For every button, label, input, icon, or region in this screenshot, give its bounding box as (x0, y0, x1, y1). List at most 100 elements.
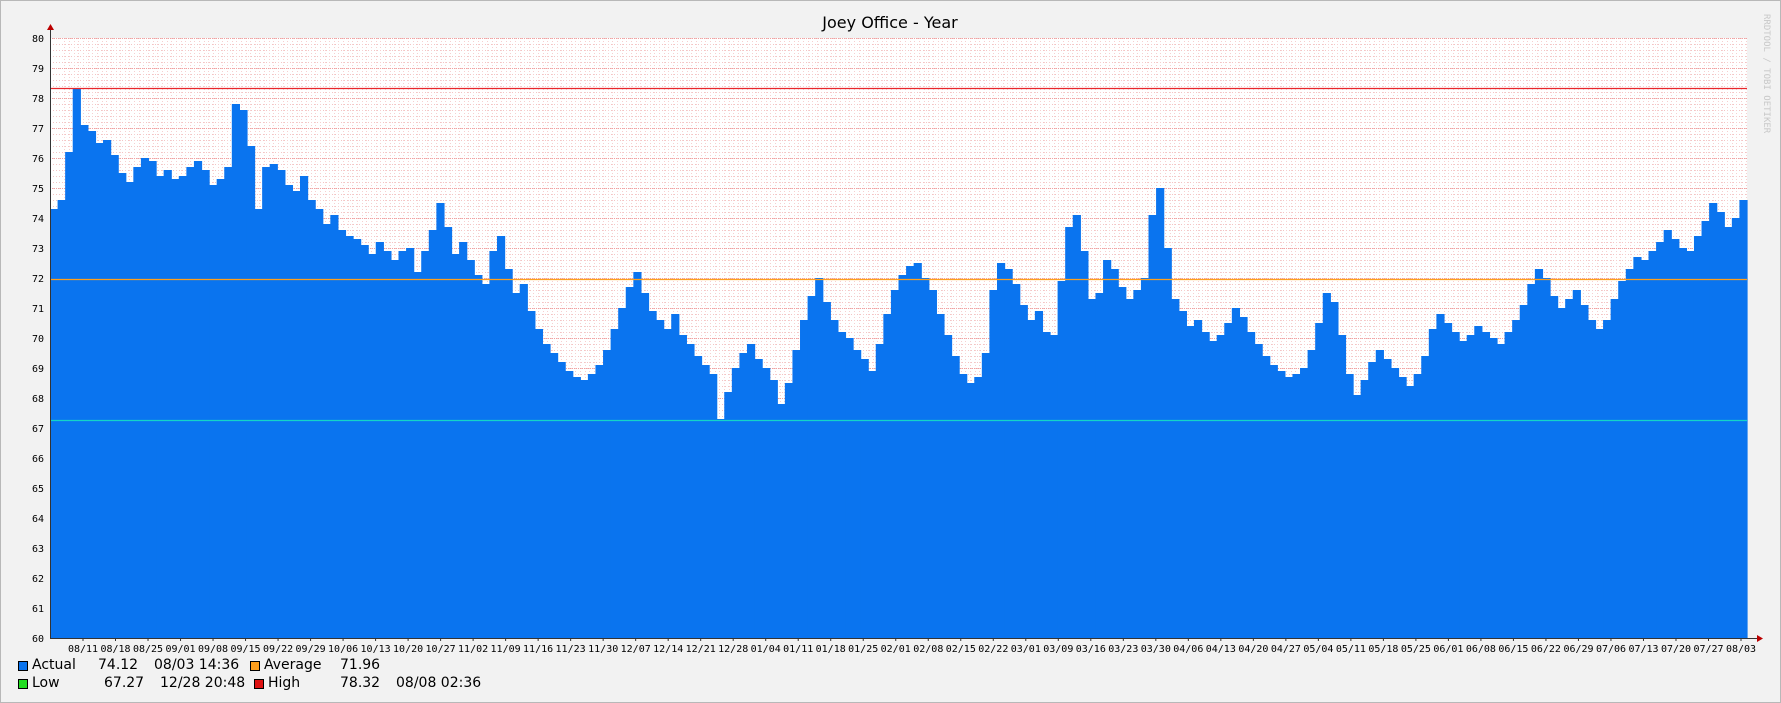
area-bar (1360, 380, 1369, 638)
x-tick-label: 11/16 (523, 644, 553, 655)
area-bar (754, 359, 763, 638)
legend-time-low: 12/28 20:48 (160, 675, 246, 691)
area-bar (610, 329, 619, 638)
area-bar (246, 146, 256, 638)
area-bar (224, 167, 233, 638)
area-bar (769, 380, 778, 638)
x-axis-arrow (1757, 635, 1763, 642)
x-tick-label: 05/04 (1303, 644, 1333, 655)
y-tick-label: 67 (32, 424, 44, 435)
area-bar (57, 200, 66, 638)
x-tick-label: 12/28 (718, 644, 748, 655)
area-bar (716, 419, 725, 638)
area-bar (663, 329, 672, 638)
area-bar (300, 176, 309, 638)
area-bar (1504, 332, 1513, 638)
x-tick-label: 04/06 (1173, 644, 1203, 655)
area-bar (277, 170, 286, 638)
legend-swatch-high (254, 679, 264, 689)
x-tick-label: 09/29 (296, 644, 326, 655)
area-bar (163, 170, 172, 638)
x-tick-label: 02/08 (913, 644, 943, 655)
area-bar (1307, 350, 1316, 638)
area-bar (360, 245, 369, 638)
area-bar (1193, 320, 1203, 638)
area-bar (943, 335, 953, 638)
legend-value-average: 71.96 (340, 657, 381, 673)
area-bar (1118, 287, 1127, 638)
area-bar (1565, 299, 1574, 638)
area-bar (110, 155, 119, 638)
x-tick-label: 01/04 (751, 644, 781, 655)
x-tick-label: 05/11 (1336, 644, 1366, 655)
area-bar (587, 374, 597, 638)
area-bar (837, 332, 847, 638)
area-bar (1246, 332, 1256, 638)
x-tick-label: 09/08 (198, 644, 228, 655)
y-tick-label: 76 (32, 154, 44, 165)
y-tick-label: 64 (32, 514, 44, 525)
area-bar (618, 308, 627, 638)
area-bar (1724, 227, 1733, 638)
watermark: RRDTOOL / TOBI OETIKER (1761, 14, 1771, 134)
area-bar (519, 284, 528, 638)
area-bar (87, 131, 97, 638)
area-bar (428, 230, 437, 638)
area-bar (1519, 305, 1528, 638)
area-bar (140, 158, 150, 638)
area-bar (951, 356, 960, 638)
area-bar (375, 242, 384, 638)
y-tick-label: 60 (32, 634, 44, 645)
x-tick-label: 08/11 (68, 644, 98, 655)
area-bar (504, 269, 513, 638)
area-bar (72, 89, 81, 638)
area-bar (156, 176, 165, 638)
area-bar (1550, 296, 1559, 638)
area-bar (1474, 326, 1483, 638)
area-bar (1110, 269, 1119, 638)
area-bar (800, 320, 809, 638)
area-bar (1678, 248, 1687, 638)
area-bar (1466, 335, 1475, 638)
area-bar (1171, 299, 1180, 638)
area-bar (1224, 323, 1233, 638)
legend-time-high: 08/08 02:36 (396, 675, 482, 691)
y-axis-arrow (47, 24, 54, 30)
area-bar (822, 302, 831, 638)
area-bar (928, 290, 937, 638)
area-bar (746, 344, 756, 638)
area-bar (777, 404, 786, 638)
area-bar (1489, 338, 1498, 638)
legend-row-actual: Actual 74.12 08/03 14:36 Average 71.96 (18, 657, 718, 675)
area-bar (353, 239, 362, 638)
area-bar (337, 230, 347, 638)
area-bar (542, 344, 551, 638)
legend-swatch-low (18, 679, 28, 689)
x-tick-label: 08/18 (100, 644, 130, 655)
y-tick-label: 70 (32, 334, 44, 345)
x-tick-label: 02/22 (978, 644, 1008, 655)
area-bar (1103, 260, 1112, 638)
area-bar (1595, 329, 1604, 638)
legend-label-low: Low (32, 675, 60, 691)
area-bar (1413, 374, 1422, 638)
area-bar (1527, 284, 1536, 638)
area-bar (1148, 215, 1157, 638)
area-bar (292, 191, 301, 638)
area-bar (974, 377, 983, 638)
x-tick-label: 03/09 (1043, 644, 1073, 655)
area-bar (1390, 368, 1400, 638)
area-bar (671, 314, 680, 638)
area-bar (580, 380, 589, 638)
area-bar (1186, 326, 1195, 638)
x-tick-label: 11/23 (556, 644, 586, 655)
x-tick-label: 09/01 (165, 644, 195, 655)
area-bar (193, 161, 203, 638)
plot-area: 60 61 62 63 64 65 66 67 68 69 70 71 72 73 74 75 76 77 78 79… (32, 24, 1763, 655)
area-bar (1337, 335, 1347, 638)
area-bar (557, 362, 566, 638)
area-bar (330, 215, 339, 638)
x-tick-label: 06/22 (1531, 644, 1561, 655)
area-bar (1353, 395, 1362, 638)
area-bar (1368, 362, 1377, 638)
